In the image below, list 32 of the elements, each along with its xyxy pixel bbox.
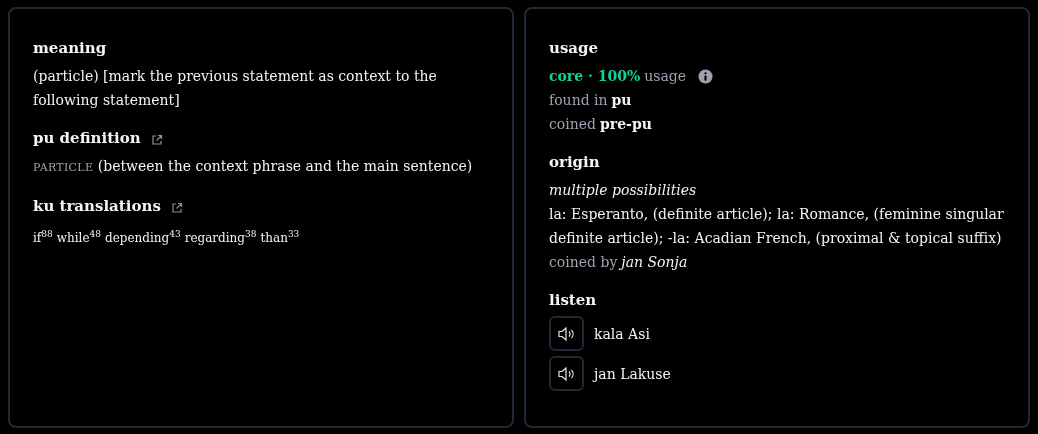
play-audio-button[interactable]: [549, 316, 584, 351]
translation-word: while$^{48}$: [56, 231, 101, 245]
speaker-icon: [556, 325, 577, 342]
coined-by-label: coined by: [549, 253, 618, 272]
coined-value: pre-pu: [600, 115, 652, 134]
definition-text: (between the context phrase and the main sentence): [97, 158, 473, 174]
info-icon[interactable]: [698, 68, 714, 84]
section-heading: pu definition: [33, 128, 141, 149]
coined-label: coined: [549, 115, 596, 134]
speaker-name: jan Lakuse: [594, 365, 671, 382]
speaker-icon: [556, 365, 577, 382]
found-in-value: pu: [611, 91, 632, 110]
translation-word: depending$^{43}$: [104, 231, 181, 245]
translation-word: regarding$^{38}$: [184, 231, 257, 245]
play-audio-button[interactable]: [549, 356, 584, 391]
section-heading: origin: [549, 152, 600, 173]
part-of-speech: PARTICLE: [33, 161, 94, 174]
section-heading: meaning: [33, 38, 107, 59]
usage-category: core · 100%: [549, 67, 641, 86]
speaker-name: kala Asi: [594, 325, 650, 342]
translation-word: than$^{33}$: [260, 231, 300, 245]
found-in-label: found in: [549, 91, 608, 110]
translation-word: if$^{88}$: [33, 231, 53, 245]
usage-label: usage: [644, 67, 687, 86]
origin-note: multiple possibilities: [549, 181, 697, 200]
section-heading: usage: [549, 38, 599, 59]
origin-text: la: Esperanto, (definite article); la: Romance, (feminine singular definite article); -la: Acadian French, (proximal & topical suffix): [549, 205, 1005, 248]
section-heading: ku translations: [33, 196, 161, 217]
meaning-text: (particle) [mark the previous statement as context to the following statement]: [33, 67, 438, 110]
external-link-icon[interactable]: [170, 202, 183, 214]
section-heading: listen: [549, 290, 597, 311]
external-link-icon[interactable]: [150, 134, 163, 146]
